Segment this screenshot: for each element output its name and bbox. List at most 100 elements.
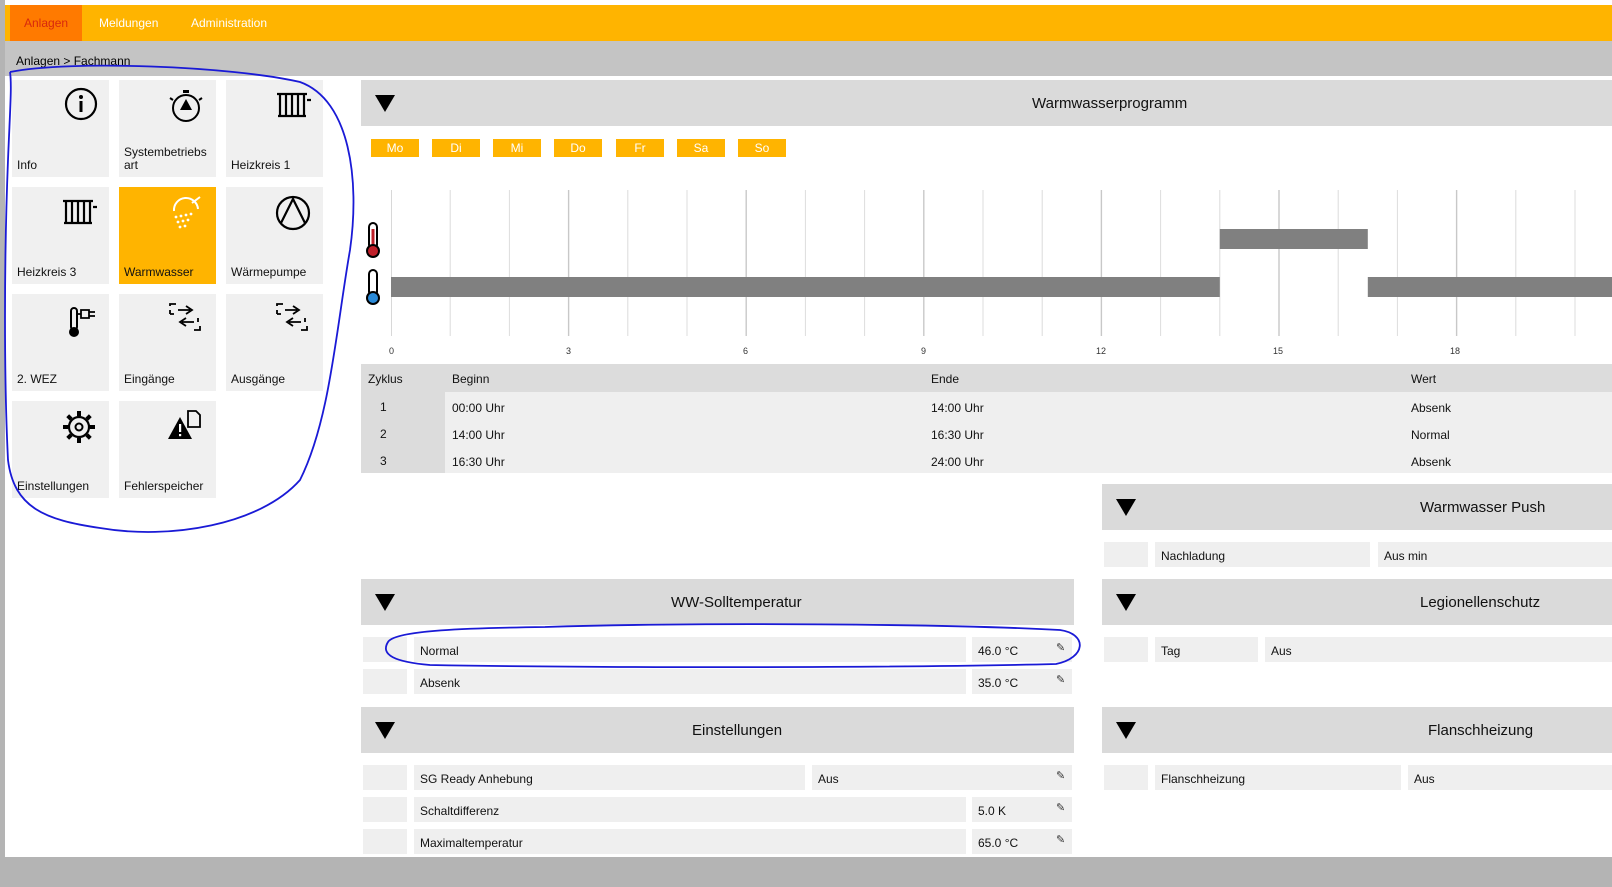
setting-value: 65.0 °C: [978, 836, 1019, 850]
edit-pencil-icon[interactable]: ✎: [1056, 673, 1065, 686]
setting-value: 5.0 K: [978, 804, 1007, 818]
tab-meldungen[interactable]: Meldungen: [85, 5, 172, 41]
tile-heizkreis-3[interactable]: Heizkreis 3: [12, 187, 109, 284]
section-header-warmwasserprogramm[interactable]: Warmwasserprogramm: [361, 80, 1612, 126]
edit-pencil-icon[interactable]: ✎: [1056, 833, 1065, 846]
tab-administration[interactable]: Administration: [177, 5, 281, 41]
thermometer-hot-icon: [366, 222, 380, 258]
tile-label: Fehlerspeicher: [124, 479, 204, 493]
section-header-ww-solltemperatur[interactable]: WW-Solltemperatur: [361, 579, 1074, 625]
setting-label: Tag: [1161, 644, 1181, 658]
outputs-icon: [276, 303, 308, 331]
tile-heizkreis-1[interactable]: Heizkreis 1: [226, 80, 323, 177]
setting-value-tag[interactable]: Aus: [1265, 637, 1612, 662]
day-button-so[interactable]: So: [738, 139, 786, 157]
edit-pencil-icon[interactable]: ✎: [1056, 769, 1065, 782]
tile-systembetriebsart[interactable]: Systembetriebs art: [119, 80, 216, 177]
setting-label-cell: SG Ready Anhebung: [414, 765, 805, 790]
setting-value-absenk[interactable]: 35.0 °C ✎: [972, 669, 1072, 694]
setting-label: Maximaltemperatur: [420, 836, 523, 850]
schedule-bar-normal[interactable]: [1219, 229, 1368, 249]
tile-waermepumpe[interactable]: Wärmepumpe: [226, 187, 323, 284]
table-row[interactable]: 2 14:00 Uhr 16:30 Uhr Normal: [361, 419, 1612, 446]
section-title: Warmwasserprogramm: [1032, 95, 1188, 112]
collapse-triangle-icon[interactable]: [375, 95, 395, 112]
section-title: Flanschheizung: [1428, 722, 1534, 739]
breadcrumb: Anlagen > Fachmann: [16, 54, 131, 68]
section-title: Warmwasser Push: [1420, 499, 1546, 516]
collapse-triangle-icon[interactable]: [375, 722, 395, 739]
setting-value-normal[interactable]: 46.0 °C ✎: [972, 637, 1072, 662]
tile-fehlerspeicher[interactable]: Fehlerspeicher: [119, 401, 216, 498]
tile-label: Warmwasser: [124, 265, 194, 279]
schedule-chart[interactable]: [391, 186, 1612, 336]
gear-icon: [63, 411, 95, 443]
table-header: Zyklus Beginn Ende Wert: [361, 364, 1612, 392]
schedule-bar-absenk[interactable]: [1367, 277, 1612, 297]
tile-eingaenge[interactable]: Eingänge: [119, 294, 216, 391]
setting-label-cell: Schaltdifferenz: [414, 797, 966, 822]
setting-value-maximaltemperatur[interactable]: 65.0 °C ✎: [972, 829, 1072, 854]
section-header-einstellungen[interactable]: Einstellungen: [361, 707, 1074, 753]
edit-pencil-icon[interactable]: ✎: [1056, 641, 1065, 654]
setting-value: 35.0 °C: [978, 676, 1019, 690]
setting-label: Schaltdifferenz: [420, 804, 500, 818]
edit-pencil-icon[interactable]: ✎: [1056, 801, 1065, 814]
day-button-mo[interactable]: Mo: [371, 139, 419, 157]
setting-value-flanschheizung[interactable]: Aus: [1408, 765, 1612, 790]
collapse-triangle-icon[interactable]: [375, 594, 395, 611]
setting-label-cell: Nachladung: [1155, 542, 1370, 567]
x-tick-label: 3: [566, 346, 572, 356]
setting-label-cell: Absenk: [414, 669, 966, 694]
tile-info[interactable]: Info: [12, 80, 109, 177]
table-row[interactable]: 1 00:00 Uhr 14:00 Uhr Absenk: [361, 392, 1612, 419]
schedule-bar-absenk[interactable]: [391, 277, 1220, 297]
tile-label: Wärmepumpe: [231, 265, 307, 279]
tile-ausgaenge[interactable]: Ausgänge: [226, 294, 323, 391]
section-header-flanschheizung[interactable]: Flanschheizung: [1102, 707, 1612, 753]
tile-warmwasser[interactable]: Warmwasser: [119, 187, 216, 284]
day-button-sa[interactable]: Sa: [677, 139, 725, 157]
chart-grid: [391, 190, 1576, 336]
tab-anlagen[interactable]: Anlagen: [10, 5, 83, 41]
tile-label: Eingänge: [124, 372, 175, 386]
day-button-di[interactable]: Di: [432, 139, 480, 157]
cell-beginn: 16:30 Uhr: [452, 455, 505, 469]
tile-2-wez[interactable]: 2. WEZ: [12, 294, 109, 391]
setting-value-sg-ready[interactable]: Aus ✎: [812, 765, 1072, 790]
cell-wert: Absenk: [1411, 401, 1452, 415]
cell-zyklus: 1: [380, 400, 387, 414]
cell-wert: Absenk: [1411, 455, 1452, 469]
cell-ende: 14:00 Uhr: [931, 401, 984, 415]
tile-einstellungen[interactable]: Einstellungen: [12, 401, 109, 498]
day-button-mi[interactable]: Mi: [493, 139, 541, 157]
section-header-warmwasser-push[interactable]: Warmwasser Push: [1102, 484, 1612, 530]
setting-value: Aus: [1271, 644, 1292, 658]
inputs-icon: [169, 303, 201, 331]
setting-value-schaltdifferenz[interactable]: 5.0 K ✎: [972, 797, 1072, 822]
setting-label: Absenk: [420, 676, 461, 690]
window-frame-left: [0, 0, 5, 887]
setting-value: Aus min: [1384, 549, 1428, 563]
setting-label-cell: Normal: [414, 637, 966, 662]
window-frame-bottom: [0, 857, 1612, 887]
table-row[interactable]: 3 16:30 Uhr 24:00 Uhr Absenk: [361, 446, 1612, 473]
setting-label: SG Ready Anhebung: [420, 772, 533, 786]
setting-value-nachladung[interactable]: Aus min: [1378, 542, 1612, 567]
day-button-fr[interactable]: Fr: [616, 139, 664, 157]
row-indicator: [363, 765, 407, 790]
row-indicator: [363, 669, 407, 694]
x-tick-label: 15: [1273, 346, 1284, 356]
collapse-triangle-icon[interactable]: [1116, 499, 1136, 516]
collapse-triangle-icon[interactable]: [1116, 722, 1136, 739]
compressor-icon: [275, 195, 311, 231]
section-header-legionellenschutz[interactable]: Legionellenschutz: [1102, 579, 1612, 625]
collapse-triangle-icon[interactable]: [1116, 594, 1136, 611]
tile-label: Systembetriebs art: [124, 145, 207, 172]
tile-label: 2. WEZ: [17, 372, 58, 386]
chart-bars: [391, 229, 1612, 297]
day-button-do[interactable]: Do: [554, 139, 602, 157]
x-tick-label: 6: [743, 346, 749, 356]
top-nav-bar: Anlagen Meldungen Administration: [5, 5, 1612, 41]
section-title: Legionellenschutz: [1420, 594, 1541, 611]
